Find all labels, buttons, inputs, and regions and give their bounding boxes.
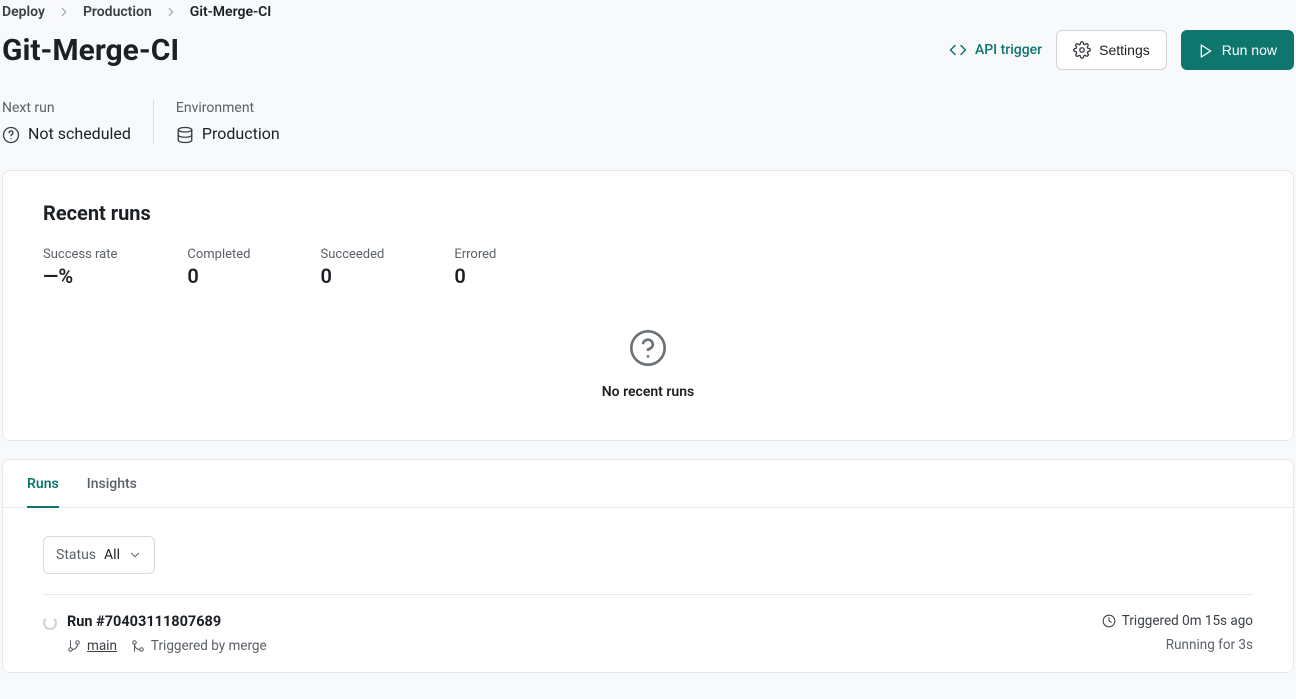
stat-label: Succeeded	[321, 247, 385, 262]
environment-link[interactable]: Production	[202, 124, 280, 143]
meta-environment: Environment Production	[153, 100, 280, 144]
run-title: Run #70403111807689	[67, 613, 267, 630]
empty-title: No recent runs	[602, 384, 694, 400]
api-trigger-label: API trigger	[975, 42, 1042, 58]
empty-state: No recent runs	[43, 288, 1253, 410]
recent-runs-title: Recent runs	[43, 201, 1253, 225]
stat-success-rate: Success rate —%	[43, 247, 117, 288]
breadcrumb-current: Git-Merge-CI	[190, 4, 272, 20]
code-icon	[949, 41, 967, 59]
clock-icon	[1102, 613, 1116, 629]
database-icon	[176, 124, 194, 144]
meta-row: Next run Not scheduled Environment Produ…	[0, 70, 1296, 170]
run-sub: main Triggered by merge	[67, 638, 267, 654]
stat-value: 0	[187, 264, 250, 288]
clock-question-icon	[2, 124, 20, 144]
running-for: Running for 3s	[1102, 637, 1253, 653]
next-run-text: Not scheduled	[28, 124, 131, 143]
stat-label: Completed	[187, 247, 250, 262]
tab-insights[interactable]: Insights	[87, 460, 137, 508]
page-title: Git-Merge-CI	[2, 33, 179, 68]
triggered-ago: Triggered 0m 15s ago	[1102, 613, 1253, 629]
triggered-ago-text: Triggered 0m 15s ago	[1122, 613, 1253, 629]
question-circle-icon	[628, 328, 668, 368]
settings-label: Settings	[1099, 42, 1150, 58]
runs-area: Status All Run #70403111807689 main	[3, 508, 1293, 672]
branch-link[interactable]: main	[67, 638, 117, 654]
trigger-info: Triggered by merge	[131, 638, 267, 654]
tab-runs[interactable]: Runs	[27, 460, 59, 508]
run-now-label: Run now	[1222, 42, 1277, 58]
recent-runs-card: Recent runs Success rate —% Completed 0 …	[2, 170, 1294, 441]
stat-completed: Completed 0	[187, 247, 250, 288]
stat-errored: Errored 0	[454, 247, 496, 288]
stats-row: Success rate —% Completed 0 Succeeded 0 …	[43, 247, 1253, 288]
run-right: Triggered 0m 15s ago Running for 3s	[1102, 613, 1253, 654]
next-run-value: Not scheduled	[2, 124, 131, 144]
trigger-text: Triggered by merge	[151, 638, 267, 654]
runs-card: Runs Insights Status All Run #7040311180…	[2, 459, 1294, 673]
breadcrumb-production[interactable]: Production	[83, 4, 152, 20]
chevron-down-icon	[128, 547, 142, 563]
run-left: Run #70403111807689 main Tri	[43, 613, 267, 654]
breadcrumb-deploy[interactable]: Deploy	[2, 4, 45, 20]
status-filter-value: All	[104, 547, 120, 563]
gear-icon	[1073, 41, 1091, 59]
chevron-right-icon	[164, 5, 178, 19]
run-now-button[interactable]: Run now	[1181, 30, 1294, 70]
stat-label: Success rate	[43, 247, 117, 262]
page-header: Git-Merge-CI API trigger Settings Run no…	[0, 20, 1296, 70]
loading-spinner-icon	[43, 616, 57, 630]
breadcrumb: Deploy Production Git-Merge-CI	[0, 0, 1296, 20]
git-branch-icon	[67, 638, 81, 654]
branch-name: main	[87, 638, 117, 654]
api-trigger-link[interactable]: API trigger	[949, 41, 1042, 59]
git-merge-icon	[131, 638, 145, 654]
run-row[interactable]: Run #70403111807689 main Tri	[43, 594, 1253, 654]
tabs: Runs Insights	[3, 460, 1293, 508]
play-icon	[1198, 41, 1214, 58]
stat-label: Errored	[454, 247, 496, 262]
header-actions: API trigger Settings Run now	[949, 30, 1294, 70]
status-filter-label: Status	[56, 547, 96, 563]
environment-value: Production	[176, 124, 280, 144]
chevron-right-icon	[57, 5, 71, 19]
stat-value: 0	[321, 264, 385, 288]
next-run-label: Next run	[2, 100, 131, 116]
stat-value: 0	[454, 264, 496, 288]
stat-succeeded: Succeeded 0	[321, 247, 385, 288]
settings-button[interactable]: Settings	[1056, 30, 1167, 70]
environment-label: Environment	[176, 100, 280, 116]
meta-next-run: Next run Not scheduled	[2, 100, 131, 144]
stat-value: —%	[43, 264, 117, 288]
status-filter[interactable]: Status All	[43, 536, 155, 574]
